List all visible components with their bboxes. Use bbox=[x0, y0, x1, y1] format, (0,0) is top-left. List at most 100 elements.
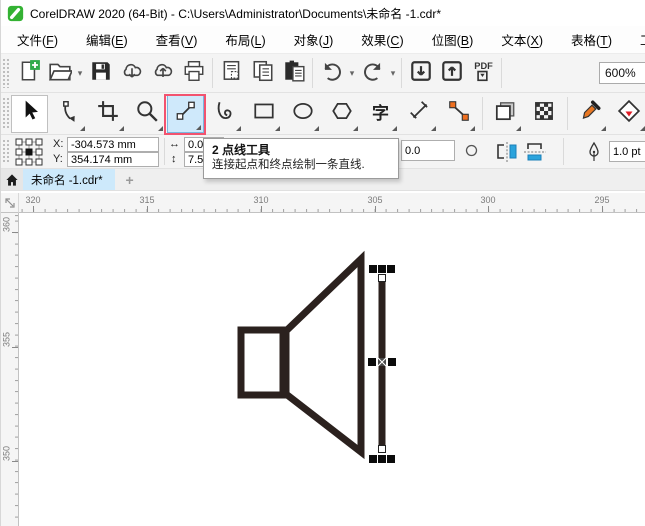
drawing-canvas[interactable] bbox=[19, 213, 645, 526]
publish-to-pdf-button[interactable]: PDF bbox=[467, 58, 498, 89]
line-start-node[interactable] bbox=[378, 274, 386, 282]
paste-button[interactable] bbox=[278, 58, 309, 89]
pdf-icon: PDF bbox=[471, 59, 495, 88]
h-ruler-major-tick bbox=[147, 206, 148, 212]
menu-x[interactable]: 文本(X) bbox=[487, 25, 557, 54]
mirror-vertical-button[interactable] bbox=[523, 141, 547, 163]
mirror-horizontal-button[interactable] bbox=[495, 141, 519, 163]
speaker-horn-shape[interactable] bbox=[282, 250, 365, 460]
color-eyedropper-tool[interactable] bbox=[571, 95, 608, 133]
curve-tool[interactable] bbox=[206, 95, 243, 133]
polygon-tool[interactable] bbox=[323, 95, 360, 133]
y-position-label: Y: bbox=[53, 153, 63, 165]
transparency-tool[interactable] bbox=[525, 95, 562, 133]
document-tab-active[interactable]: 未命名 -1.cdr* bbox=[23, 169, 115, 190]
x-position-field[interactable] bbox=[67, 137, 159, 152]
toolbar-grip[interactable] bbox=[2, 58, 10, 88]
pick-tool[interactable] bbox=[11, 94, 48, 133]
handle-bottom-left[interactable] bbox=[369, 455, 377, 463]
rotation-angle-field[interactable] bbox=[401, 140, 455, 161]
tool-tooltip: 2 点线工具 连接起点和终点绘制一条直线. bbox=[203, 138, 399, 179]
undo-button[interactable] bbox=[316, 58, 347, 89]
cut-button[interactable] bbox=[216, 58, 247, 89]
open-button-dropdown[interactable]: ▾ bbox=[75, 68, 85, 79]
ruler-origin-corner[interactable] bbox=[1, 193, 19, 213]
print-button[interactable] bbox=[178, 58, 209, 89]
new-document-button[interactable] bbox=[13, 58, 44, 89]
h-ruler-major-tick bbox=[261, 206, 262, 212]
menu-e[interactable]: 编辑(E) bbox=[72, 25, 142, 54]
property-bar-divider bbox=[563, 138, 564, 165]
undo-button-dropdown[interactable]: ▾ bbox=[347, 68, 357, 79]
shape-tool[interactable] bbox=[50, 95, 87, 133]
menu-c[interactable]: 效果(C) bbox=[347, 25, 417, 54]
open-button[interactable] bbox=[44, 58, 75, 89]
redo-button-dropdown[interactable]: ▾ bbox=[388, 68, 398, 79]
copy-button[interactable] bbox=[247, 58, 278, 89]
redo-button[interactable] bbox=[357, 58, 388, 89]
import-button[interactable] bbox=[405, 58, 436, 89]
zoom-tool[interactable] bbox=[128, 95, 165, 133]
toolbox-grip[interactable] bbox=[2, 97, 10, 130]
handle-middle-left[interactable] bbox=[368, 358, 376, 366]
ellipse-tool[interactable] bbox=[284, 95, 321, 133]
crop-tool[interactable] bbox=[89, 95, 126, 133]
outline-width-field[interactable] bbox=[609, 141, 645, 162]
vertical-ruler[interactable]: 360 355 350 bbox=[1, 213, 19, 526]
two-point-line-tool[interactable] bbox=[167, 94, 204, 133]
h-ruler-major-tick bbox=[602, 206, 603, 212]
menu-l[interactable]: 布局(L) bbox=[211, 25, 279, 54]
vertical-ruler-ticks bbox=[15, 213, 18, 526]
interactive-fill-tool[interactable] bbox=[610, 95, 645, 133]
speaker-box-shape[interactable] bbox=[237, 326, 287, 399]
y-position-field[interactable] bbox=[67, 152, 159, 167]
toolbox-divider bbox=[567, 97, 568, 130]
export-button[interactable] bbox=[436, 58, 467, 89]
interactive-fill-tool-icon bbox=[617, 99, 641, 128]
menu-o[interactable]: 工具(O) bbox=[626, 25, 645, 54]
property-bar-grip[interactable] bbox=[2, 139, 10, 164]
object-center-marker[interactable] bbox=[377, 357, 387, 367]
eyedropper-tool-icon bbox=[578, 99, 602, 128]
toolbar-divider bbox=[312, 58, 313, 88]
menu-t[interactable]: 表格(T) bbox=[557, 25, 626, 54]
handle-middle-right[interactable] bbox=[388, 358, 396, 366]
zoom-level-combo[interactable]: 600% bbox=[599, 62, 645, 84]
v-ruler-major-tick bbox=[12, 461, 18, 462]
dimension-tool[interactable] bbox=[401, 95, 438, 133]
text-tool[interactable]: 字 bbox=[362, 95, 399, 133]
h-ruler-major-tick bbox=[375, 206, 376, 212]
standard-toolbar: ▾ ▾ ▾ PDF 600% bbox=[1, 54, 645, 93]
zoom-tool-icon bbox=[135, 99, 159, 128]
handle-bottom-center[interactable] bbox=[378, 455, 386, 463]
save-to-cloud-button[interactable] bbox=[147, 58, 178, 89]
line-end-node[interactable] bbox=[378, 445, 386, 453]
home-icon bbox=[6, 173, 18, 186]
object-height-icon: ↕ bbox=[171, 153, 177, 165]
save-button[interactable] bbox=[85, 58, 116, 89]
rectangle-tool[interactable] bbox=[245, 95, 282, 133]
menu-f[interactable]: 文件(F) bbox=[3, 25, 72, 54]
handle-bottom-right[interactable] bbox=[387, 455, 395, 463]
menu-j[interactable]: 对象(J) bbox=[280, 25, 348, 54]
menu-b[interactable]: 位图(B) bbox=[418, 25, 488, 54]
speaker-drawing[interactable] bbox=[237, 250, 365, 460]
handle-top-center[interactable] bbox=[378, 265, 386, 273]
drop-shadow-tool[interactable] bbox=[486, 95, 523, 133]
horizontal-ruler[interactable]: 320 315 310 305 300 295 bbox=[19, 193, 645, 213]
h-ruler-number: 315 bbox=[139, 195, 155, 205]
redo-icon bbox=[361, 59, 385, 88]
object-origin-selector[interactable] bbox=[15, 138, 43, 166]
horizontal-ruler-ticks bbox=[19, 209, 645, 212]
open-from-cloud-button[interactable] bbox=[116, 58, 147, 89]
outline-width-icon bbox=[585, 141, 603, 163]
handle-top-right[interactable] bbox=[387, 265, 395, 273]
menu-v[interactable]: 查看(V) bbox=[142, 25, 212, 54]
handle-top-left[interactable] bbox=[369, 265, 377, 273]
new-document-tab-button[interactable]: + bbox=[115, 169, 145, 190]
connector-tool[interactable] bbox=[440, 95, 477, 133]
cut-icon bbox=[220, 59, 244, 88]
home-button[interactable] bbox=[1, 169, 23, 190]
window-title: CorelDRAW 2020 (64-Bit) - C:\Users\Admin… bbox=[30, 6, 441, 21]
print-icon bbox=[182, 59, 206, 88]
